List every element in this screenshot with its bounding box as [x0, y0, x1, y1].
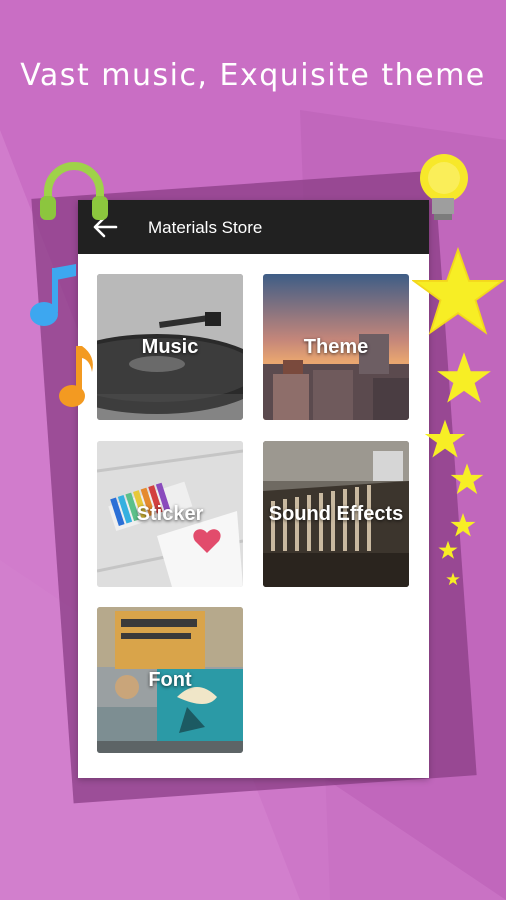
- tile-label-music: Music: [141, 335, 199, 358]
- star-icon: [424, 419, 466, 458]
- star-icon: [446, 572, 460, 586]
- star-large-icon: [412, 246, 504, 335]
- tile-label-sticker: Sticker: [136, 502, 204, 525]
- app-screen: Materials Store Music Theme Sticker Soun…: [78, 200, 429, 778]
- headline: Vast music, Exquisite theme: [20, 58, 486, 93]
- headphones-icon: [40, 162, 108, 220]
- tile-font[interactable]: Font: [97, 607, 243, 753]
- tile-sticker[interactable]: Sticker: [97, 441, 243, 587]
- star-icon: [450, 513, 476, 537]
- star-icon: [437, 352, 491, 403]
- tile-music[interactable]: Music: [97, 274, 243, 420]
- star-icon: [450, 463, 484, 494]
- star-icon: [438, 540, 458, 559]
- light-bulb-icon: [420, 154, 468, 220]
- music-note-blue-icon: [30, 264, 76, 326]
- app-bar-title: Materials Store: [148, 218, 263, 237]
- tile-label-font: Font: [148, 668, 192, 691]
- tile-theme[interactable]: Theme: [263, 274, 409, 420]
- tile-label-theme: Theme: [303, 335, 369, 358]
- tile-label-sound-effects: Sound Effects: [268, 502, 404, 525]
- tile-sound-effects[interactable]: Sound Effects: [263, 441, 409, 587]
- music-note-orange-icon: [59, 346, 93, 407]
- app-bar: Materials Store: [78, 200, 429, 254]
